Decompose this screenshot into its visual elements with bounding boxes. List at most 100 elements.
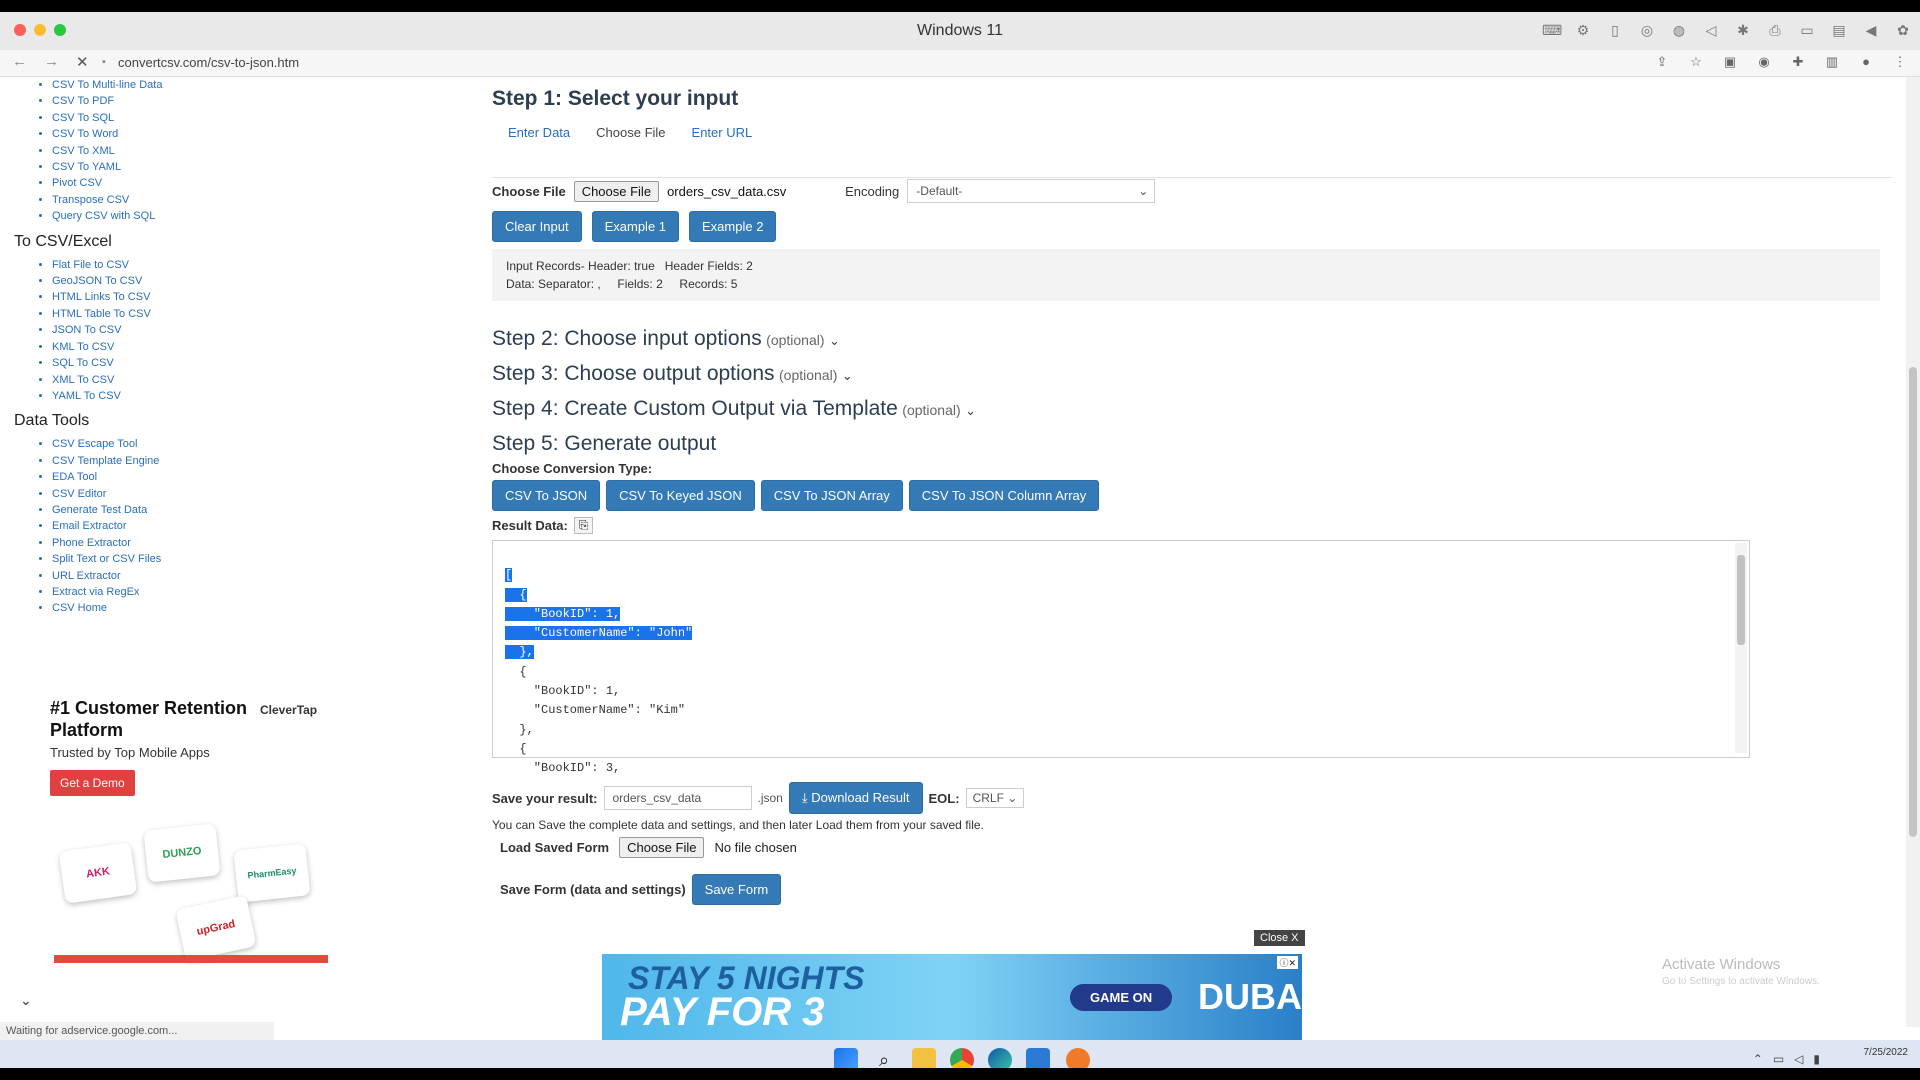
step2-title[interactable]: Step 2: Choose input options [492,327,762,350]
sidebar-link[interactable]: Flat File to CSV [52,257,314,273]
save-form-button[interactable]: Save Form [691,874,782,905]
csv-to-json-button[interactable]: CSV To JSON [492,480,601,511]
tab-choose-file[interactable]: Choose File [596,125,665,140]
sidebar-link[interactable]: Phone Extractor [52,535,314,551]
ad-cta-button[interactable]: GAME ON [1070,984,1173,1011]
encoding-select[interactable]: -Default- ⌄ [907,179,1156,203]
example1-button[interactable]: Example 1 [591,211,680,242]
camera-icon[interactable]: ▭ [1798,21,1816,39]
share-icon[interactable]: ⇪ [1654,54,1670,70]
stop-loading-icon[interactable]: ✕ [76,53,89,71]
bookmark-star-icon[interactable]: ☆ [1688,54,1704,70]
textarea-scroll-thumb[interactable] [1737,555,1745,645]
sidebar-link[interactable]: CSV Template Engine [52,453,314,469]
step3-title[interactable]: Step 3: Choose output options [492,362,775,385]
sidebar-link[interactable]: CSV To PDF [52,93,314,109]
address-bar[interactable]: convertcsv.com/csv-to-json.htm [118,55,299,70]
battery-icon[interactable]: ▮ [1813,1052,1820,1066]
sidebar-link[interactable]: Generate Test Data [52,502,314,518]
volume-icon[interactable]: ◁ [1794,1052,1803,1066]
tab-enter-url[interactable]: Enter URL [692,125,753,140]
keyboard-icon[interactable]: ⌨ [1542,21,1562,39]
page-scrollbar[interactable] [1906,77,1920,1027]
settings-icon[interactable]: ⚙ [1574,21,1592,39]
extension-icon[interactable]: ▣ [1722,54,1738,70]
csv-to-json-array-button[interactable]: CSV To JSON Array [760,480,903,511]
chrome-icon[interactable] [950,1048,974,1068]
sidebar-link[interactable]: KML To CSV [52,339,314,355]
page-scroll-thumb[interactable] [1909,367,1917,837]
download-result-button[interactable]: ⤓ Download Result [788,782,923,814]
sidebar-link[interactable]: CSV To YAML [52,159,314,175]
back-icon[interactable]: ◀ [1862,21,1880,39]
edge-icon[interactable] [988,1048,1012,1068]
ad-clevertap[interactable]: #1 Customer Retention Platform Trusted b… [50,697,330,963]
sidebar-link[interactable]: HTML Table To CSV [52,306,314,322]
output-filename-input[interactable]: orders_csv_data [603,786,752,810]
eol-select[interactable]: CRLF ⌄ [965,788,1025,808]
printer-icon[interactable]: ⎙ [1766,21,1784,39]
sidebar-link[interactable]: SQL To CSV [52,355,314,371]
choose-file-button[interactable]: Choose File [573,180,660,202]
back-arrow-icon[interactable]: ← [12,53,27,70]
chevron-down-icon[interactable]: ⌄ [965,403,976,418]
result-textarea[interactable]: [ { "BookID": 1, "CustomerName": "John" … [492,540,1750,775]
sidebar-link[interactable]: GeoJSON To CSV [52,273,314,289]
chevron-down-icon[interactable]: ⌄ [20,992,32,1009]
chevron-up-icon[interactable]: ⌃ [1753,1052,1763,1066]
csv-to-json-column-array-button[interactable]: CSV To JSON Column Array [908,480,1100,511]
sidebar-link[interactable]: CSV Escape Tool [52,436,314,452]
extension-icon[interactable]: ◉ [1756,54,1772,70]
sidebar-link[interactable]: CSV Home [52,600,314,616]
ad-info-icon[interactable]: ⓘ✕ [1277,956,1298,969]
sidebar-link[interactable]: HTML Links To CSV [52,289,314,305]
chevron-down-icon[interactable]: ⌄ [829,333,840,348]
load-form-file-button[interactable]: Choose File [619,837,705,858]
chevron-down-icon[interactable]: ⌄ [842,368,853,383]
sidebar-link[interactable]: Split Text or CSV Files [52,551,314,567]
notepad-icon[interactable] [1026,1048,1050,1068]
forward-arrow-icon[interactable]: → [44,53,59,70]
step4-title[interactable]: Step 4: Create Custom Output via Templat… [492,397,898,420]
display-icon[interactable]: ◎ [1638,21,1656,39]
search-icon[interactable]: ⌕ [872,1048,896,1068]
app-icon[interactable] [1066,1048,1090,1068]
file-explorer-icon[interactable] [912,1048,936,1068]
folder-icon[interactable]: ▤ [1830,21,1848,39]
tab-enter-data[interactable]: Enter Data [508,125,570,140]
network-icon[interactable]: ▭ [1773,1052,1784,1066]
sidebar-link[interactable]: Query CSV with SQL [52,208,314,224]
copy-icon[interactable]: ⎘ [573,517,594,534]
ad-cta-button[interactable]: Get a Demo [50,770,135,796]
csv-to-keyed-json-button[interactable]: CSV To Keyed JSON [606,480,755,511]
gear-icon[interactable]: ✿ [1894,21,1912,39]
network-icon[interactable]: ◍ [1670,21,1688,39]
sidepanel-icon[interactable]: ▥ [1824,54,1840,70]
ad-close-button[interactable]: Close X [1254,930,1305,946]
textarea-scrollbar[interactable] [1735,543,1747,753]
sidebar-link[interactable]: CSV Editor [52,486,314,502]
taskbar-clock[interactable]: 7/25/2022 [1864,1046,1909,1059]
profile-icon[interactable]: ● [1858,54,1874,70]
sound-icon[interactable]: ◁ [1702,21,1720,39]
sidebar-link[interactable]: CSV To Word [52,126,314,142]
usb-icon[interactable]: ▯ [1606,21,1624,39]
example2-button[interactable]: Example 2 [689,211,777,242]
sidebar-link[interactable]: YAML To CSV [52,388,314,404]
sidebar-link[interactable]: CSV To Multi-line Data [52,77,314,93]
sidebar-link[interactable]: Extract via RegEx [52,584,314,600]
puzzle-icon[interactable]: ✚ [1790,54,1806,70]
sidebar-link[interactable]: JSON To CSV [52,322,314,338]
sidebar-link[interactable]: CSV To XML [52,143,314,159]
windows-start-icon[interactable] [834,1048,858,1068]
sidebar-link[interactable]: CSV To SQL [52,110,314,126]
sidebar-link[interactable]: Pivot CSV [52,175,314,191]
sidebar-link[interactable]: XML To CSV [52,372,314,388]
sidebar-link[interactable]: Email Extractor [52,518,314,534]
clear-input-button[interactable]: Clear Input [492,211,582,242]
sidebar-link[interactable]: URL Extractor [52,568,314,584]
sidebar-link[interactable]: Transpose CSV [52,192,314,208]
ad-dubai-banner[interactable]: STAY 5 NIGHTS PAY FOR 3 GAME ON DUBAI ⓘ✕ [602,954,1312,1040]
sidebar-link[interactable]: EDA Tool [52,469,314,485]
menu-icon[interactable]: ⋮ [1892,54,1908,70]
